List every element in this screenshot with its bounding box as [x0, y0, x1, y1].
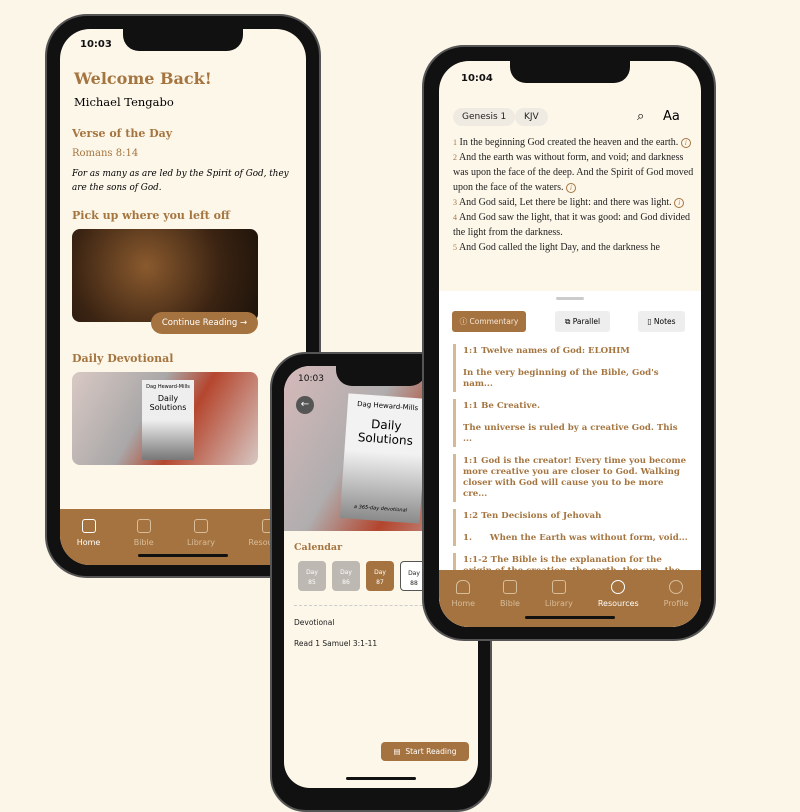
lightbulb-icon	[611, 580, 626, 594]
calendar-heading: Calendar	[294, 542, 343, 553]
continue-reading-button[interactable]: Continue Reading →	[151, 312, 258, 334]
commentary-item[interactable]: 1:2 Ten Decisions of Jehovah 1. When the …	[453, 509, 689, 546]
bible-text: 1 In the beginning God created the heave…	[453, 137, 694, 253]
devotional-heading: Daily Devotional	[72, 352, 174, 365]
version-selector[interactable]: KJV	[515, 108, 548, 126]
notes-icon: ▯	[647, 317, 652, 326]
verse-text: For as many as are led by the Spirit of …	[72, 169, 289, 193]
tab-home[interactable]: Home	[77, 519, 100, 565]
tab-resources[interactable]: Resources	[598, 580, 639, 627]
commentary-item[interactable]: 1:1 Twelve names of God: ELOHIM In the ve…	[453, 344, 689, 392]
user-name: Michael Tengabo	[74, 95, 174, 109]
commentary-item[interactable]: 1:1 God is the creator! Every time you b…	[453, 454, 689, 502]
reading-image[interactable]	[72, 229, 258, 322]
home-indicator	[525, 616, 615, 619]
pickup-heading: Pick up where you left off	[72, 209, 230, 222]
bible-icon	[503, 580, 517, 594]
notch	[336, 366, 426, 386]
status-time: 10:04	[461, 73, 493, 84]
day-87[interactable]: Day 87	[366, 561, 394, 591]
tab-parallel[interactable]: ⧉ Parallel	[555, 311, 610, 332]
info-icon[interactable]: i	[674, 198, 685, 208]
tab-notes[interactable]: ▯ Notes	[638, 311, 685, 332]
tab-commentary[interactable]: ⓘ Commentary	[452, 311, 526, 332]
sheet-handle[interactable]	[556, 297, 584, 300]
tab-bible[interactable]: Bible	[134, 519, 154, 565]
calendar-strip: Day 85 Day 86 Day 87 Day 88	[298, 561, 428, 591]
reading-item[interactable]: Read 1 Samuel 3:1-11	[294, 639, 377, 648]
info-icon[interactable]: i	[566, 183, 577, 193]
phone-bible: 10:04 Genesis 1 KJV ⌕ Aa 1 In the beginn…	[422, 45, 716, 641]
section-label: Devotional	[294, 618, 335, 627]
verse-heading: Verse of the Day	[72, 127, 173, 140]
arrow-right-icon: →	[240, 318, 248, 328]
devotional-image[interactable]: Dag Heward-Mills Daily Solutions	[72, 372, 258, 465]
profile-icon	[669, 580, 684, 594]
home-indicator	[138, 554, 228, 557]
commentary-list: 1:1 Twelve names of God: ELOHIM In the ve…	[453, 344, 689, 597]
start-reading-button[interactable]: ▤ Start Reading	[381, 742, 469, 761]
welcome-title: Welcome Back!	[74, 69, 212, 88]
parallel-icon: ⧉	[564, 317, 571, 326]
tab-library[interactable]: Library	[187, 519, 215, 565]
bible-screen: 10:04 Genesis 1 KJV ⌕ Aa 1 In the beginn…	[439, 61, 701, 627]
library-icon	[194, 519, 209, 533]
tab-profile[interactable]: Profile	[664, 580, 689, 627]
back-button[interactable]: ←	[296, 396, 314, 414]
book-cover: Dag Heward-Mills Daily Solutions	[142, 380, 194, 460]
status-time: 10:03	[80, 39, 112, 50]
bible-icon	[136, 519, 151, 533]
info-icon: ⓘ	[459, 317, 468, 326]
home-indicator	[346, 777, 416, 780]
info-icon[interactable]: i	[680, 138, 691, 148]
home-icon	[81, 519, 96, 533]
verse-ref: Romans 8:14	[72, 148, 139, 159]
library-icon	[551, 580, 566, 594]
status-time: 10:03	[298, 374, 324, 384]
commentary-item[interactable]: 1:1 Be Creative. The universe is ruled by…	[453, 399, 689, 447]
tab-home[interactable]: Home	[451, 580, 475, 627]
tab-library[interactable]: Library	[545, 580, 573, 627]
notch	[123, 29, 243, 51]
book-selector[interactable]: Genesis 1	[453, 108, 516, 126]
book-cover: Dag Heward-Mills Daily Solutions a 365-d…	[339, 393, 429, 524]
book-icon: ▤	[393, 747, 401, 756]
home-icon	[456, 580, 471, 594]
tab-bible[interactable]: Bible	[500, 580, 520, 627]
search-icon[interactable]: ⌕	[637, 109, 644, 124]
font-size-button[interactable]: Aa	[663, 109, 680, 124]
notch	[510, 61, 630, 83]
day-86[interactable]: Day 86	[332, 561, 360, 591]
day-85[interactable]: Day 85	[298, 561, 326, 591]
